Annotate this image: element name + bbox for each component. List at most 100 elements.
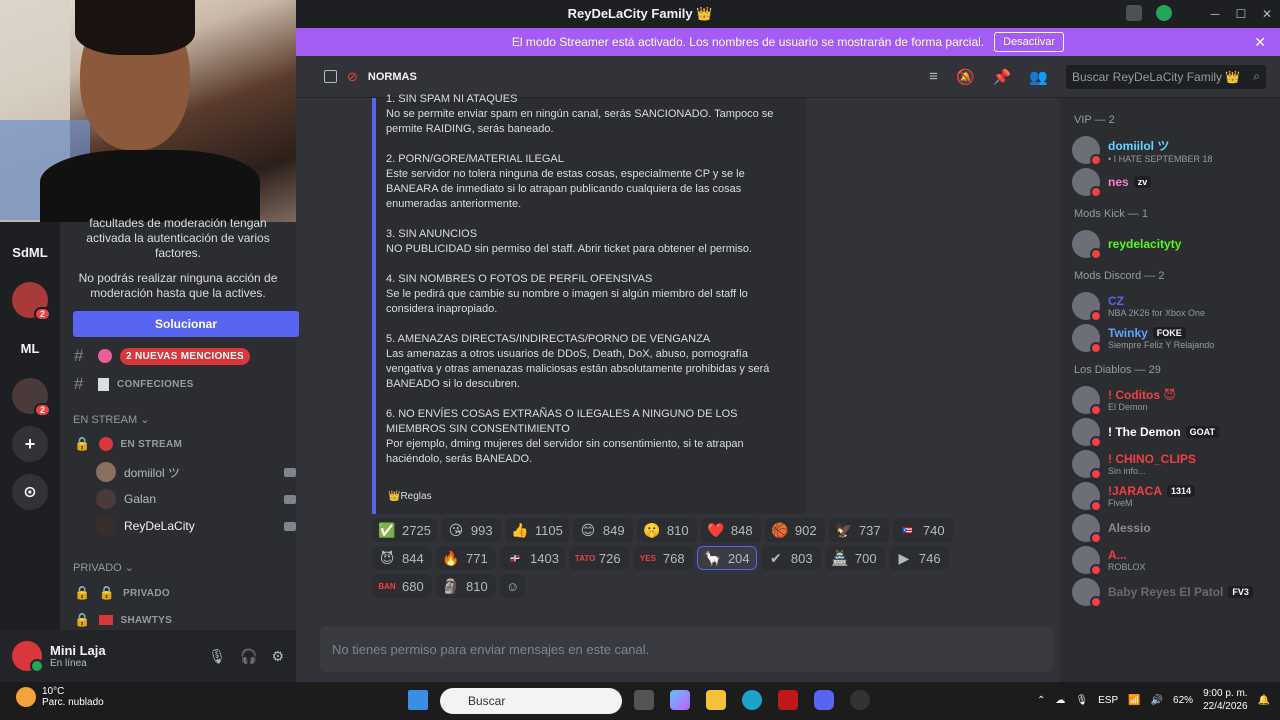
member-item[interactable]: A... ROBLOX xyxy=(1072,546,1278,576)
member-item[interactable]: nes zv xyxy=(1072,168,1278,198)
reaction-count: 680 xyxy=(402,578,424,594)
add-reaction-icon[interactable]: ☺ xyxy=(500,574,526,598)
solucionar-button[interactable]: Solucionar xyxy=(73,311,299,337)
member-item[interactable]: Twinky FOKE Siempre Feliz Y Relajando xyxy=(1072,324,1278,354)
close-window-icon[interactable]: ✕ xyxy=(1254,7,1280,21)
inbox-icon[interactable] xyxy=(1126,5,1142,21)
reaction-button[interactable]: 😈 844 xyxy=(372,546,432,570)
explore-icon[interactable]: ⊙ xyxy=(12,474,48,510)
voice-member[interactable]: ReyDeLaCity xyxy=(96,516,296,536)
member-tag: GOAT xyxy=(1185,426,1220,438)
reaction-button[interactable]: 👍 1105 xyxy=(504,518,569,542)
copilot-icon[interactable] xyxy=(670,690,690,710)
reaction-button[interactable]: ✔ 803 xyxy=(760,546,821,570)
reaction-button[interactable]: ✅ 2725 xyxy=(372,518,437,542)
add-server-icon[interactable]: + xyxy=(12,426,48,462)
member-item[interactable]: domiilol ツ • I HATE SEPTEMBER 18 xyxy=(1072,136,1278,166)
server-avatar[interactable]: 2 xyxy=(12,282,51,321)
reaction-button[interactable]: 🤫 810 xyxy=(636,518,697,542)
member-item[interactable]: !JARACA 1314 FiveM xyxy=(1072,482,1278,512)
maximize-icon[interactable]: ☐ xyxy=(1228,7,1254,21)
weather-widget[interactable]: 10°C Parc. nublado xyxy=(16,686,104,708)
battery-indicator[interactable]: 62% xyxy=(1173,695,1193,706)
notifications-icon[interactable]: 🔕 xyxy=(956,68,975,86)
reaction-button[interactable]: 😊 849 xyxy=(572,518,633,542)
reaction-button[interactable]: 🦙 204 xyxy=(696,546,757,570)
member-item[interactable]: Alessio xyxy=(1072,514,1278,544)
server-sdml[interactable]: SdML xyxy=(12,234,48,270)
member-item[interactable]: ! CHINO_CLIPS Sin info... xyxy=(1072,450,1278,480)
category-en-stream[interactable]: EN STREAM ⌄ xyxy=(73,413,149,426)
volume-icon[interactable]: 🔊 xyxy=(1151,695,1163,706)
chevron-up-icon[interactable]: ⌃ xyxy=(1037,695,1045,706)
streamer-banner-text: El modo Streamer está activado. Los nomb… xyxy=(511,35,985,49)
mcafee-icon[interactable] xyxy=(778,690,798,710)
message-area: 1. SIN SPAM NI ATAQUES No se permite envi… xyxy=(296,93,1060,630)
mic-icon[interactable]: 🎙 xyxy=(1075,695,1088,706)
webcam-overlay xyxy=(0,0,296,222)
search-input[interactable]: Buscar ReyDeLaCity Family 👑 ⌕ xyxy=(1066,64,1266,89)
taskview-icon[interactable] xyxy=(634,690,654,710)
notifications-bell-icon[interactable]: 🔔 xyxy=(1258,695,1270,706)
voice-member[interactable]: Galan xyxy=(96,489,296,509)
reaction-button[interactable]: BAN 680 xyxy=(372,574,432,598)
threads-icon[interactable]: ≡ xyxy=(929,68,938,85)
channel-mentions[interactable]: # 2 NUEVAS MENCIONES xyxy=(74,346,251,366)
member-category: Los Diablos — 29 xyxy=(1074,364,1161,376)
category-privado[interactable]: PRIVADO ⌄ xyxy=(73,561,134,574)
taskbar-search[interactable]: Buscar xyxy=(440,688,622,714)
member-item[interactable]: ! Coditos 😈 El Demon xyxy=(1072,386,1278,416)
reaction-button[interactable]: YES 768 xyxy=(632,546,693,570)
member-item[interactable]: CZ NBA 2K26 for Xbox One xyxy=(1072,292,1278,322)
language-indicator[interactable]: ESP xyxy=(1098,695,1118,706)
reaction-button[interactable]: 🇩🇴 1403 xyxy=(500,546,565,570)
user-status: En línea xyxy=(50,658,87,669)
edge-icon[interactable] xyxy=(742,690,762,710)
file-explorer-icon[interactable] xyxy=(706,690,726,710)
clock[interactable]: 9:00 p. m. 22/4/2026 xyxy=(1203,687,1248,713)
user-avatar[interactable] xyxy=(12,641,44,673)
rule-title: 1. SIN SPAM NI ATAQUES xyxy=(386,93,518,105)
server-avatar-2[interactable]: 2 xyxy=(12,378,51,417)
reaction-button[interactable]: 🏀 902 xyxy=(764,518,825,542)
disable-streamer-button[interactable]: Desactivar xyxy=(994,32,1065,52)
reaction-button[interactable]: 🏯 700 xyxy=(824,546,885,570)
voice-member[interactable]: domiilol ツ xyxy=(96,462,296,482)
reaction-button[interactable]: 🇵🇷 740 xyxy=(892,518,953,542)
reaction-button[interactable]: TATO 726 xyxy=(568,546,629,570)
reaction-emoji: 🏀 xyxy=(771,521,789,538)
minimize-icon[interactable]: ─ xyxy=(1202,7,1228,21)
wifi-icon[interactable]: 📶 xyxy=(1128,695,1140,706)
app-icon[interactable] xyxy=(850,690,870,710)
member-list-icon[interactable]: 👥 xyxy=(1029,68,1048,86)
reaction-button[interactable]: ▶ 746 xyxy=(888,546,949,570)
member-item[interactable]: Baby Reyes El Patol FV3 xyxy=(1072,578,1278,608)
reaction-emoji: 🏯 xyxy=(831,549,849,566)
settings-gear-icon[interactable]: ⚙ xyxy=(271,648,284,665)
channel-privado[interactable]: 🔒 🔒 PRIVADO xyxy=(74,585,170,601)
reaction-button[interactable]: 🔥 771 xyxy=(436,546,496,570)
server-ml[interactable]: ML xyxy=(12,330,48,366)
reaction-button[interactable]: 😘 993 xyxy=(440,518,501,542)
close-banner-icon[interactable]: ✕ xyxy=(1254,34,1266,51)
microphone-icon[interactable]: 🎙 xyxy=(208,648,226,665)
reaction-button[interactable]: 🗿 810 xyxy=(436,574,496,598)
voice-channel-en-stream[interactable]: 🔒 EN STREAM xyxy=(74,436,182,452)
reaction-emoji: 🔥 xyxy=(442,549,460,566)
channel-confesiones[interactable]: # CONFECIONES xyxy=(74,374,194,394)
headphones-icon[interactable]: 🎧 xyxy=(240,648,257,665)
pin-icon[interactable]: 📌 xyxy=(993,68,1012,86)
reaction-button[interactable]: ❤️ 848 xyxy=(700,518,761,542)
new-mentions-badge[interactable]: 2 NUEVAS MENCIONES xyxy=(120,347,251,365)
reaction-button[interactable]: 🦅 737 xyxy=(828,518,889,542)
start-icon[interactable] xyxy=(408,690,428,710)
member-item[interactable]: ! The Demon GOAT xyxy=(1072,418,1278,448)
member-item[interactable]: reydelacityty xyxy=(1072,230,1278,260)
no-entry-icon: ⊘ xyxy=(347,68,358,84)
discord-icon[interactable] xyxy=(814,690,834,710)
help-icon[interactable] xyxy=(1156,5,1172,21)
channel-icon xyxy=(98,615,113,625)
cloud-icon[interactable]: ☁ xyxy=(1055,695,1065,706)
channel-shawtys[interactable]: 🔒 SHAWTYS xyxy=(74,612,172,628)
reaction-count: 1403 xyxy=(530,550,559,566)
